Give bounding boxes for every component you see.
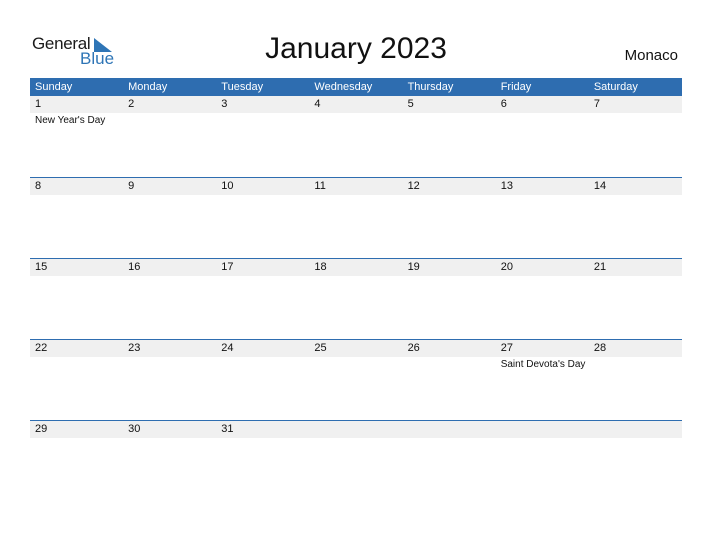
day-number: 30 (128, 423, 141, 435)
holiday-label: New Year's Day (35, 115, 106, 126)
day-number (496, 421, 589, 438)
holiday-label (403, 438, 496, 440)
week-row: 29 30 31 (30, 420, 682, 501)
day-number: 2 (128, 98, 135, 110)
holiday-label (589, 276, 682, 278)
holiday-label (403, 357, 496, 370)
week-row: 22 23 24 25 26 27 28 Saint Devota's Day (30, 339, 682, 420)
day-number: 28 (593, 342, 607, 354)
day-number: 9 (128, 180, 135, 192)
weekday-wednesday: Wednesday (314, 81, 373, 93)
holiday-label (403, 276, 496, 278)
holiday-label (589, 357, 682, 370)
day-number: 8 (35, 180, 42, 192)
country-label: Monaco (624, 47, 678, 64)
holiday-label (30, 357, 123, 370)
event-row: Saint Devota's Day (30, 357, 682, 370)
day-number: 1 (35, 98, 42, 110)
day-number: 3 (221, 98, 228, 110)
event-row (30, 195, 682, 197)
weekday-tuesday: Tuesday (221, 81, 264, 93)
day-number: 16 (128, 261, 141, 273)
date-row: 8 9 10 11 12 13 14 (30, 178, 682, 195)
day-number: 7 (593, 98, 600, 110)
date-row: 22 23 24 25 26 27 28 (30, 340, 682, 357)
weekday-sunday: Sunday (35, 81, 73, 93)
event-row (30, 438, 682, 440)
day-number: 15 (35, 261, 48, 273)
day-number: 20 (500, 261, 513, 273)
day-number: 17 (221, 261, 234, 273)
day-number: 31 (221, 423, 234, 435)
day-number: 6 (500, 98, 507, 110)
weekday-friday: Friday (500, 81, 532, 93)
holiday-label (589, 438, 682, 440)
day-number: 21 (593, 261, 607, 273)
holiday-label (589, 195, 682, 197)
holiday-label (216, 113, 309, 126)
holiday-label (496, 276, 589, 278)
day-number (589, 421, 682, 438)
holiday-label (403, 195, 496, 197)
day-number (309, 421, 402, 438)
holiday-label (216, 195, 309, 197)
day-number: 4 (314, 98, 321, 110)
day-number: 13 (500, 180, 513, 192)
holiday-label (496, 113, 589, 126)
holiday-label (309, 357, 402, 370)
calendar-grid: Sunday Monday Tuesday Wednesday Thursday… (30, 78, 682, 501)
holiday-label (496, 195, 589, 197)
day-number: 24 (221, 342, 234, 354)
day-number: 18 (314, 261, 327, 273)
holiday-label (123, 357, 216, 370)
holiday-label (496, 438, 589, 440)
holiday-label (123, 113, 216, 126)
holiday-label (216, 357, 309, 370)
holiday-label (30, 276, 123, 278)
weekday-saturday: Saturday (593, 81, 638, 93)
event-row (30, 276, 682, 278)
day-number: 25 (314, 342, 327, 354)
holiday-label (30, 438, 123, 440)
day-number: 27 (500, 342, 513, 354)
day-number: 10 (221, 180, 234, 192)
holiday-label (309, 276, 402, 278)
holiday-label (216, 438, 309, 440)
holiday-label (309, 113, 402, 126)
week-row: 15 16 17 18 19 20 21 (30, 258, 682, 339)
weekday-monday: Monday (128, 81, 168, 93)
day-number: 12 (407, 180, 420, 192)
holiday-label (123, 276, 216, 278)
weeks-container: 1 2 3 4 5 6 7 New Year's Day 8 9 10 11 12 13 14 15 16 17 1… (30, 96, 682, 501)
page-title: January 2023 (265, 32, 447, 65)
day-number: 29 (35, 423, 48, 435)
holiday-label (123, 195, 216, 197)
holiday-label (30, 195, 123, 197)
holiday-label (309, 438, 402, 440)
day-number: 19 (407, 261, 420, 273)
day-number: 14 (593, 180, 607, 192)
holiday-label (589, 113, 682, 126)
week-row: 1 2 3 4 5 6 7 New Year's Day (30, 96, 682, 177)
date-row: 1 2 3 4 5 6 7 (30, 96, 682, 113)
day-number: 22 (35, 342, 48, 354)
week-row: 8 9 10 11 12 13 14 (30, 177, 682, 258)
date-row: 15 16 17 18 19 20 21 (30, 259, 682, 276)
day-number (403, 421, 496, 438)
date-row: 29 30 31 (30, 421, 682, 438)
holiday-label (216, 276, 309, 278)
weekday-header: Sunday Monday Tuesday Wednesday Thursday… (30, 78, 682, 96)
holiday-label (309, 195, 402, 197)
holiday-label (123, 438, 216, 440)
day-number: 23 (128, 342, 141, 354)
holiday-label (403, 113, 496, 126)
day-number: 5 (407, 98, 414, 110)
event-row: New Year's Day (30, 113, 682, 126)
day-number: 11 (314, 180, 326, 192)
holiday-label: Saint Devota's Day (500, 359, 586, 370)
day-number: 26 (407, 342, 420, 354)
weekday-thursday: Thursday (407, 81, 454, 93)
